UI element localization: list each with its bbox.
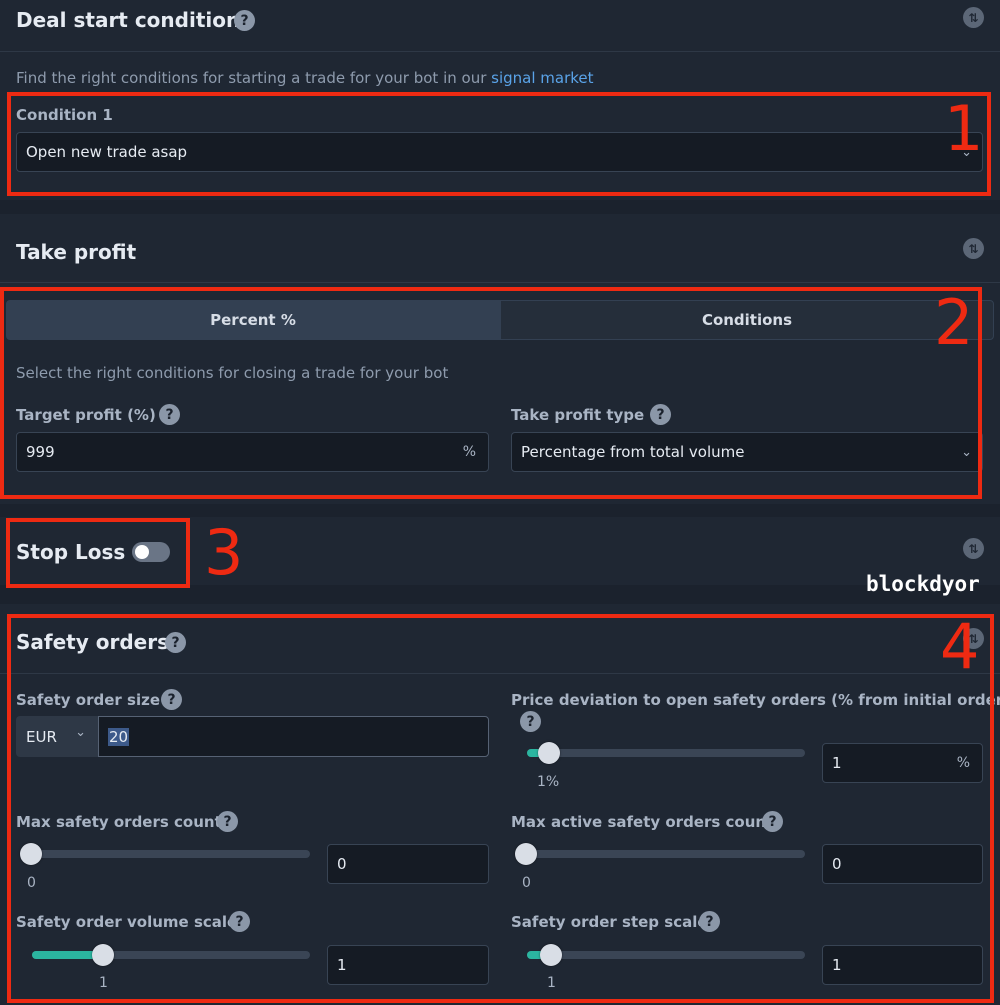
annotation-number-4: 4 bbox=[940, 610, 980, 683]
take-profit-swap-icon[interactable]: ⇅ bbox=[963, 238, 984, 259]
annotation-box-2 bbox=[0, 287, 982, 499]
stop-loss-swap-icon[interactable]: ⇅ bbox=[963, 538, 984, 559]
deal-start-help-icon[interactable]: ? bbox=[234, 10, 255, 31]
annotation-box-3 bbox=[6, 518, 190, 588]
deal-start-description: Find the right conditions for starting a… bbox=[16, 69, 594, 87]
deal-start-description-text: Find the right conditions for starting a… bbox=[16, 69, 492, 87]
deal-start-swap-icon[interactable]: ⇅ bbox=[963, 7, 984, 28]
signal-market-link[interactable]: signal market bbox=[491, 69, 593, 87]
deal-start-title: Deal start condition bbox=[16, 8, 241, 32]
annotation-box-1 bbox=[7, 92, 991, 196]
divider bbox=[0, 282, 1000, 283]
watermark: blockdyor bbox=[866, 572, 980, 596]
take-profit-title: Take profit bbox=[16, 240, 137, 264]
annotation-number-1: 1 bbox=[944, 92, 984, 165]
annotation-box-4 bbox=[7, 614, 994, 1003]
annotation-number-2: 2 bbox=[934, 286, 974, 359]
divider bbox=[0, 51, 1000, 52]
annotation-number-3: 3 bbox=[204, 516, 244, 589]
